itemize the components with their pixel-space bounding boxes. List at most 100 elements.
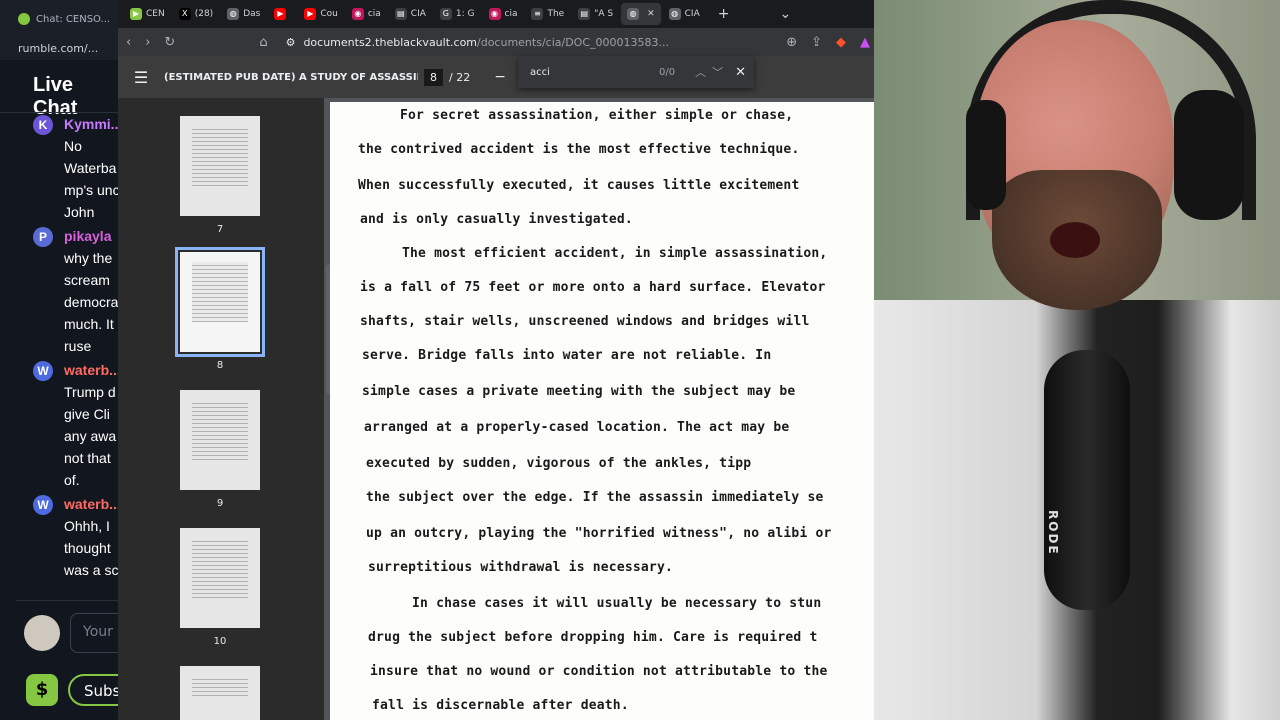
bookmark-icon[interactable]: ⌂ bbox=[259, 35, 267, 50]
list-icon: ≡ bbox=[531, 8, 544, 20]
share-icon[interactable]: ⇪ bbox=[811, 35, 822, 50]
chat-message-text: give Cli bbox=[64, 406, 110, 422]
chat-window: Chat: CENSO... rumble.com/... Live Chat … bbox=[0, 0, 120, 720]
chat-message-text: John bbox=[64, 204, 95, 220]
page-thumbnail[interactable] bbox=[180, 666, 260, 720]
document-text-line: the subject over the edge. If the assass… bbox=[366, 490, 824, 505]
avatar[interactable]: W bbox=[33, 361, 53, 381]
browser-tab[interactable]: ▶ bbox=[268, 3, 296, 25]
microphone bbox=[1044, 350, 1130, 610]
chat-message-text: Ohhh, I bbox=[64, 518, 110, 534]
page-thumbnail[interactable] bbox=[180, 528, 260, 628]
chat-message: Wwaterb... Ohhh, I thought was a sc bbox=[0, 493, 120, 581]
zoom-icon[interactable]: ⊕ bbox=[786, 35, 797, 50]
browser-tab[interactable]: ▶ Cou bbox=[298, 3, 344, 25]
document-text-line: shafts, stair wells, unscreened windows … bbox=[360, 314, 810, 329]
chat-username[interactable]: waterb... bbox=[64, 493, 120, 515]
document-text-line: executed by sudden, vigorous of the ankl… bbox=[366, 456, 752, 471]
avatar[interactable] bbox=[24, 615, 60, 651]
find-input[interactable]: acci bbox=[530, 67, 653, 78]
webcam-overlay: RODE bbox=[874, 0, 1280, 720]
browser-tab[interactable]: ▤ "A S bbox=[572, 3, 619, 25]
screen: Chat: CENSO... rumble.com/... Live Chat … bbox=[0, 0, 1280, 720]
browser-tab[interactable]: ◍ CIA bbox=[663, 3, 706, 25]
live-chat-title: Live Chat bbox=[33, 74, 78, 119]
address-bar[interactable]: ⚙ documents2.theblackvault.com/documents… bbox=[282, 31, 773, 53]
headphone-right bbox=[1174, 90, 1244, 220]
page-icon: ▤ bbox=[578, 8, 591, 20]
site-info-icon[interactable]: ⚙ bbox=[286, 36, 296, 49]
document-text-line: When successfully executed, it causes li… bbox=[358, 178, 800, 193]
browser-tab-label: Das bbox=[243, 9, 261, 19]
find-count: 0/0 bbox=[659, 66, 676, 78]
browser-toolbar: ‹ › ↻ ⌂ ⚙ documents2.theblackvault.com/d… bbox=[118, 28, 878, 56]
chat-message-text: scream bbox=[64, 272, 110, 288]
page-thumbnail[interactable] bbox=[180, 116, 260, 216]
page-thumbnail[interactable] bbox=[175, 247, 265, 357]
brave-shield-icon[interactable]: ◆ bbox=[836, 35, 846, 50]
zoom-out-icon[interactable]: − bbox=[494, 69, 506, 85]
headphone-left bbox=[966, 100, 1006, 210]
streamer-mouth bbox=[1050, 222, 1100, 258]
document-text-line: serve. Bridge falls into water are not r… bbox=[362, 348, 772, 363]
thumbnail-label: 10 bbox=[213, 636, 227, 647]
chat-input[interactable]: Your mess bbox=[70, 613, 120, 653]
document-text-line: insure that no wound or condition not at… bbox=[370, 664, 828, 679]
page-number-input[interactable]: 8 bbox=[424, 68, 443, 86]
find-next-icon[interactable]: ﹀ bbox=[712, 64, 723, 80]
chat-message-text: of. bbox=[64, 472, 80, 488]
browser-tab[interactable]: ◍ Das bbox=[221, 3, 266, 25]
browser-window: ▶ CEN X (28) ◍ Das ▶ ▶ Cou ◉ cia ▤ CIA G 1: G ◉ cia ≡ The ▤… bbox=[118, 0, 878, 720]
browser-tab[interactable]: ≡ The bbox=[525, 3, 570, 25]
chat-message-text: No bbox=[64, 138, 82, 154]
chat-tab-title: Chat: CENSO... bbox=[36, 13, 111, 25]
browser-tab[interactable]: ◉ cia bbox=[346, 3, 387, 25]
page-total: / 22 bbox=[449, 70, 471, 84]
chat-message-text: much. It bbox=[64, 316, 114, 332]
forward-icon[interactable]: › bbox=[145, 35, 150, 50]
chat-tab[interactable]: Chat: CENSO... bbox=[0, 0, 120, 38]
address-path: /documents/cia/DOC_000013583... bbox=[477, 35, 669, 49]
chat-url[interactable]: rumble.com/... bbox=[0, 38, 120, 60]
browser-tab[interactable]: G 1: G bbox=[434, 3, 481, 25]
subscribe-button[interactable]: Subs bbox=[68, 674, 120, 706]
browser-tab-label: cia bbox=[367, 9, 381, 19]
document-text-line: The most efficient accident, in simple a… bbox=[402, 246, 828, 261]
chevron-down-icon[interactable]: ⌄ bbox=[769, 6, 801, 22]
browser-tab-label: cia bbox=[504, 9, 518, 19]
chat-username[interactable]: Kymmi... bbox=[64, 113, 120, 135]
find-prev-icon[interactable]: ︿ bbox=[695, 64, 706, 80]
chat-username[interactable]: pikayla bbox=[64, 225, 120, 247]
page-thumbnail[interactable] bbox=[180, 390, 260, 490]
close-tab-icon[interactable]: ✕ bbox=[647, 9, 655, 19]
browser-tab[interactable]: ◍ ✕ bbox=[621, 3, 661, 25]
menu-icon[interactable]: ☰ bbox=[118, 68, 164, 87]
browser-tab-label: 1: G bbox=[455, 9, 475, 19]
chat-message-text: any awa bbox=[64, 428, 117, 444]
browser-tab-label: Cou bbox=[320, 9, 338, 19]
browser-tab[interactable]: ◉ cia bbox=[483, 3, 524, 25]
avatar[interactable]: K bbox=[33, 115, 53, 135]
document-text-line: arranged at a properly-cased location. T… bbox=[364, 420, 790, 435]
tip-button[interactable]: $ bbox=[26, 674, 58, 706]
pdf-page: For secret assassination, either simple … bbox=[330, 102, 878, 720]
chat-message-text: was a sc bbox=[64, 562, 119, 578]
chat-username[interactable]: waterb... bbox=[64, 359, 120, 381]
reload-icon[interactable]: ↻ bbox=[164, 35, 175, 50]
chat-message: Wwaterb... Trump d give Cli any awa not that… bbox=[0, 359, 120, 491]
avatar[interactable]: W bbox=[33, 495, 53, 515]
browser-tab[interactable]: ▤ CIA bbox=[389, 3, 432, 25]
document-text-line: simple cases a private meeting with the … bbox=[362, 384, 796, 399]
new-tab-button[interactable]: + bbox=[708, 6, 740, 22]
x-icon: X bbox=[178, 8, 191, 20]
back-icon[interactable]: ‹ bbox=[126, 35, 131, 50]
brave-rewards-icon[interactable]: ▲ bbox=[860, 35, 870, 50]
tab-strip: ▶ CEN X (28) ◍ Das ▶ ▶ Cou ◉ cia ▤ CIA G 1: G ◉ cia ≡ The ▤… bbox=[118, 0, 878, 28]
browser-tab[interactable]: ▶ CEN bbox=[124, 3, 171, 25]
find-bar: acci 0/0 ︿ ﹀ ✕ bbox=[518, 56, 754, 88]
browser-tab-label: CIA bbox=[410, 9, 426, 19]
thumbnail-label: 8 bbox=[216, 360, 224, 371]
find-close-icon[interactable]: ✕ bbox=[735, 65, 746, 80]
browser-tab[interactable]: X (28) bbox=[173, 3, 219, 25]
avatar[interactable]: P bbox=[33, 227, 53, 247]
